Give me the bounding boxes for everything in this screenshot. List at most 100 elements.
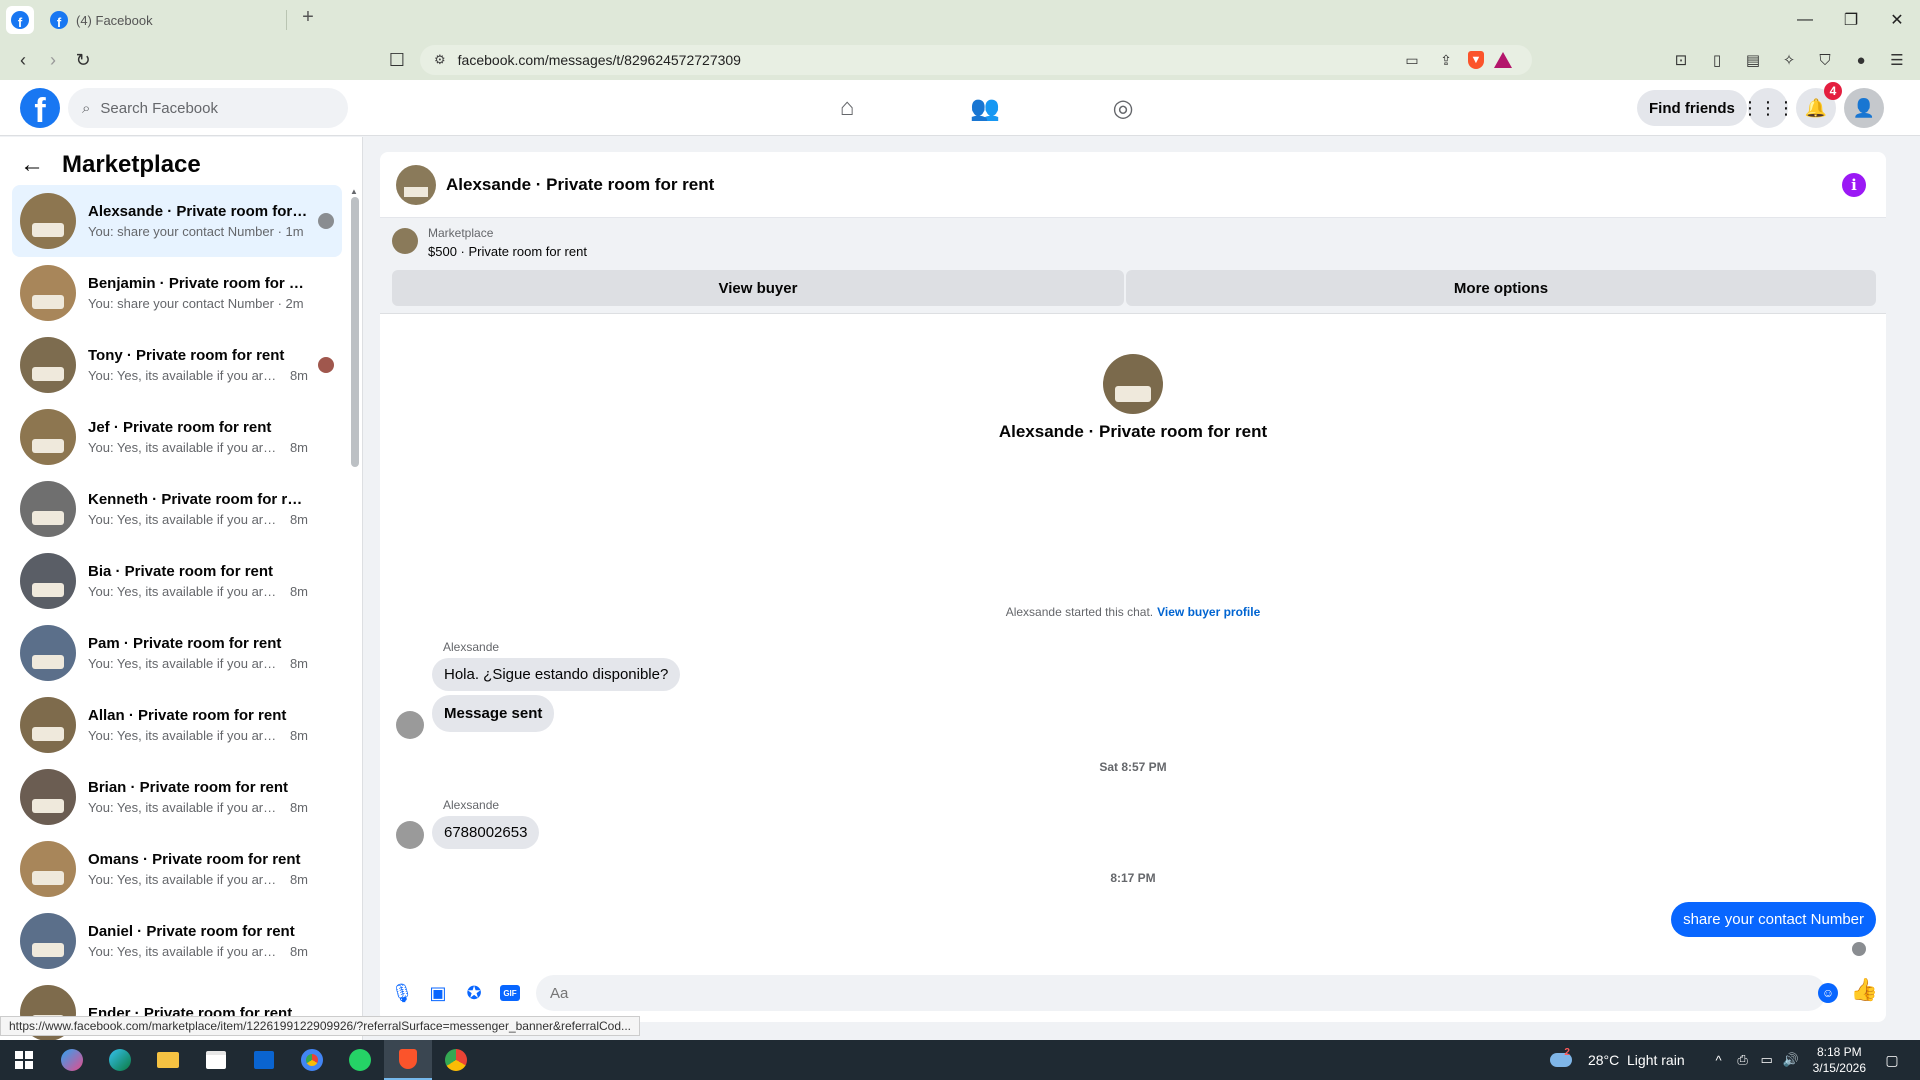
message-input-box[interactable]: [536, 975, 1826, 1011]
close-icon[interactable]: ✕: [1874, 0, 1920, 40]
leo-ai-icon[interactable]: ✧: [1774, 45, 1804, 75]
cast-icon[interactable]: ▭: [1400, 48, 1424, 72]
conversation-item[interactable]: Allan · Private room for rent You: Yes, …: [12, 689, 342, 761]
listing-avatar: [392, 228, 418, 254]
emoji-icon[interactable]: ☺: [1818, 983, 1838, 1003]
conversation-item[interactable]: Benjamin · Private room for rent You: sh…: [12, 257, 342, 329]
facebook-logo-icon[interactable]: f: [20, 88, 60, 128]
brave-taskbar-icon[interactable]: [384, 1040, 432, 1080]
thumbs-up-icon[interactable]: 👍: [1851, 977, 1878, 1003]
file-explorer-icon[interactable]: [144, 1040, 192, 1080]
conversation-name: Kenneth · Private room for rent: [88, 491, 308, 508]
sidebar-scrollbar[interactable]: [351, 197, 359, 467]
conversation-list: Alexsande · Private room for r... You: s…: [12, 185, 342, 1040]
conversation-item[interactable]: Jef · Private room for rent You: Yes, it…: [12, 401, 342, 473]
account-avatar[interactable]: 👤: [1844, 88, 1884, 128]
back-icon[interactable]: ‹: [8, 45, 38, 75]
gif-button[interactable]: GIF: [492, 975, 528, 1011]
browser-tab[interactable]: f (4) Facebook: [42, 0, 286, 40]
home-icon[interactable]: ⌂: [778, 80, 916, 136]
clock[interactable]: 8:18 PM 3/15/2026: [1813, 1044, 1866, 1076]
brave-rewards-icon[interactable]: [1494, 52, 1512, 68]
find-friends-button[interactable]: Find friends: [1637, 90, 1747, 126]
conversation-name: Alexsande · Private room for r...: [88, 203, 308, 220]
conversation-snippet: You: share your contact Number: [88, 296, 274, 311]
forward-icon[interactable]: ›: [38, 45, 68, 75]
listing-source: Marketplace: [428, 226, 494, 240]
conversation-time: 8m: [289, 944, 308, 959]
search-box[interactable]: ⌕: [68, 88, 348, 128]
chat-title[interactable]: Alexsande · Private room for rent: [446, 175, 714, 195]
conversation-item[interactable]: Tony · Private room for rent You: Yes, i…: [12, 329, 342, 401]
conversation-item[interactable]: Kenneth · Private room for rent You: Yes…: [12, 473, 342, 545]
wallet-icon[interactable]: ▤: [1738, 45, 1768, 75]
sidebar-icon[interactable]: ▯: [1702, 45, 1732, 75]
edge-icon[interactable]: [96, 1040, 144, 1080]
menu-grid-icon[interactable]: ⋮⋮⋮: [1741, 88, 1795, 128]
listing-price[interactable]: $500 · Private room for rent: [428, 244, 587, 259]
photo-icon[interactable]: ▣: [420, 975, 456, 1011]
share-icon[interactable]: ⇪: [1434, 48, 1458, 72]
chrome-profile-icon[interactable]: [432, 1040, 480, 1080]
sidebar-title: Marketplace: [62, 151, 201, 178]
facebook-header: f ⌕ ⌂ 👥 ◎ Find friends ⋮⋮⋮ 🔔 👤: [0, 80, 1920, 136]
chat-avatar[interactable]: [396, 164, 436, 205]
friends-icon[interactable]: 👥: [916, 80, 1054, 136]
conversation-item[interactable]: Bia · Private room for rent You: Yes, it…: [12, 545, 342, 617]
screenshot-icon[interactable]: ⊡: [1666, 45, 1696, 75]
conversation-item[interactable]: Daniel · Private room for rent You: Yes,…: [12, 905, 342, 977]
start-button[interactable]: [0, 1040, 48, 1080]
incoming-message[interactable]: 6788002653: [432, 816, 540, 849]
sender-avatar[interactable]: [396, 711, 424, 739]
outlook-icon[interactable]: [240, 1040, 288, 1080]
message-input[interactable]: [550, 984, 1750, 1002]
sender-label: Alexsande: [443, 798, 500, 812]
bookmark-icon[interactable]: ☐: [382, 45, 412, 75]
brave-shield-icon[interactable]: ▼: [1468, 51, 1484, 69]
new-tab-button[interactable]: +: [294, 6, 322, 29]
whatsapp-icon[interactable]: [336, 1040, 384, 1080]
microphone-icon[interactable]: 🎙: [384, 975, 420, 1011]
search-input[interactable]: [100, 99, 301, 117]
url-field[interactable]: ⚙ facebook.com/messages/t/82962457272730…: [420, 45, 1532, 75]
info-icon[interactable]: i: [1842, 173, 1866, 197]
scroll-up-icon[interactable]: ▲: [350, 187, 358, 196]
conversation-time: 8m: [289, 584, 308, 599]
weather-widget[interactable]: 2 28°C Light rain: [1550, 1047, 1685, 1068]
notification-center-icon[interactable]: ▢: [1880, 1040, 1904, 1080]
conversation-snippet: You: Yes, its available if you are int..…: [88, 728, 283, 743]
reload-icon[interactable]: ↻: [68, 45, 98, 75]
conversation-snippet: You: Yes, its available if you are int..…: [88, 440, 283, 455]
chevron-up-icon[interactable]: ^: [1707, 1053, 1731, 1068]
facebook-app-icon[interactable]: f: [6, 6, 34, 34]
view-buyer-button[interactable]: View buyer: [392, 270, 1124, 306]
conversation-item[interactable]: Pam · Private room for rent You: Yes, it…: [12, 617, 342, 689]
view-buyer-profile-link[interactable]: View buyer profile: [1157, 605, 1260, 619]
groups-icon[interactable]: ◎: [1054, 80, 1192, 136]
menu-icon[interactable]: ☰: [1882, 45, 1912, 75]
volume-icon[interactable]: 🔊: [1779, 1052, 1803, 1068]
sender-avatar[interactable]: [396, 821, 424, 849]
outgoing-message[interactable]: share your contact Number: [1671, 902, 1876, 937]
buyer-profile-avatar[interactable]: [1103, 354, 1163, 414]
sidebar-header: ← Marketplace: [20, 151, 201, 179]
conversation-item[interactable]: Brian · Private room for rent You: Yes, …: [12, 761, 342, 833]
copilot-icon[interactable]: [48, 1040, 96, 1080]
minimize-icon[interactable]: —: [1782, 0, 1828, 40]
site-settings-icon[interactable]: ⚙: [434, 52, 446, 68]
conversation-name: Omans · Private room for rent: [88, 851, 301, 868]
conversation-item[interactable]: Alexsande · Private room for r... You: s…: [12, 185, 342, 257]
back-arrow-icon[interactable]: ←: [20, 151, 44, 179]
chrome-icon[interactable]: [288, 1040, 336, 1080]
incoming-message[interactable]: Message sent: [432, 695, 555, 732]
more-options-button[interactable]: More options: [1126, 270, 1876, 306]
profile-orb-icon[interactable]: ●: [1846, 45, 1876, 75]
network-icon[interactable]: ▭: [1755, 1052, 1779, 1068]
conversation-item[interactable]: Omans · Private room for rent You: Yes, …: [12, 833, 342, 905]
store-icon[interactable]: [192, 1040, 240, 1080]
sticker-icon[interactable]: ✪: [456, 975, 492, 1011]
meet-now-icon[interactable]: ⎙: [1731, 1052, 1755, 1068]
incoming-message[interactable]: Hola. ¿Sigue estando disponible?: [432, 658, 681, 691]
restore-icon[interactable]: ❐: [1828, 0, 1874, 40]
vpn-icon[interactable]: ⛉: [1810, 45, 1840, 75]
